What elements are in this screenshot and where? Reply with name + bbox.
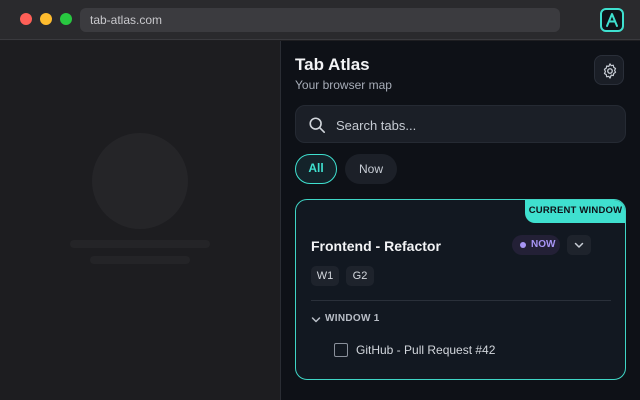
tab-title: GitHub - Pull Request #42 <box>356 343 496 357</box>
filter-tab-all[interactable]: All <box>295 154 337 184</box>
panel-subtitle: Your browser map <box>295 78 392 92</box>
now-status-badge: NOW <box>512 235 560 255</box>
atlas-logo-icon[interactable] <box>600 8 624 32</box>
filter-tab-now[interactable]: Now <box>345 154 397 184</box>
tab-group-card[interactable]: CURRENT WINDOW Frontend - Refactor NOW W… <box>295 199 626 380</box>
minimize-window-button[interactable] <box>40 13 52 25</box>
search-input[interactable] <box>336 115 616 135</box>
current-window-badge: CURRENT WINDOW <box>525 200 625 223</box>
gear-icon <box>603 63 617 79</box>
address-bar[interactable]: tab-atlas.com <box>80 8 560 32</box>
placeholder-avatar <box>92 133 188 229</box>
panel-title: Tab Atlas <box>295 55 370 74</box>
close-window-button[interactable] <box>20 13 32 25</box>
window-section-label: WINDOW 1 <box>325 313 380 324</box>
expand-group-button[interactable] <box>567 235 591 255</box>
browser-toolbar: tab-atlas.com <box>0 0 640 40</box>
search-box <box>295 105 626 143</box>
settings-button[interactable] <box>594 55 624 85</box>
divider <box>311 300 611 301</box>
group-title: Frontend - Refactor <box>311 238 441 254</box>
placeholder-line <box>70 240 210 248</box>
tab-checkbox[interactable] <box>334 343 348 357</box>
chevron-down-icon <box>574 242 584 248</box>
search-icon <box>309 117 326 134</box>
screen: tab-atlas.com Tab Atlas Your browser map <box>0 0 640 400</box>
page-content-placeholder <box>0 41 280 400</box>
side-panel: Tab Atlas Your browser map All Now CURRE… <box>280 41 640 400</box>
status-dot-icon <box>520 242 526 248</box>
chevron-down-icon <box>311 317 321 323</box>
zoom-window-button[interactable] <box>60 13 72 25</box>
placeholder-line <box>90 256 190 264</box>
group-chip: G2 <box>346 266 374 286</box>
window-chip: W1 <box>311 266 339 286</box>
url-text: tab-atlas.com <box>90 13 163 27</box>
status-label: NOW <box>531 239 556 250</box>
